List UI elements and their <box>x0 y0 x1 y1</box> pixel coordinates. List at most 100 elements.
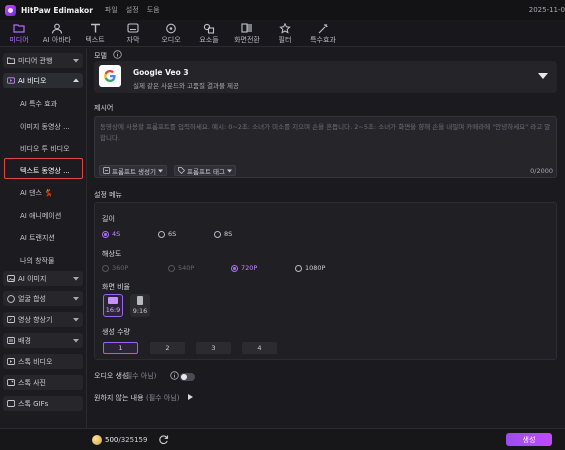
resolution-option-360p-label: 360P <box>112 264 129 272</box>
aspect-16-9[interactable]: 16:9 <box>103 294 123 317</box>
tab-filter[interactable]: 필터 <box>266 20 304 47</box>
model-selector[interactable]: Google Veo 3 실제 같은 사운드와 고품질 결과물 제공 <box>94 61 557 93</box>
coin-icon <box>92 435 102 445</box>
gif-icon <box>7 400 15 408</box>
length-option-6s[interactable]: 6S <box>158 230 176 238</box>
sidebar-item-video-enhancer[interactable]: 영상 향상기 <box>3 312 83 327</box>
generate-button[interactable]: 생성 <box>506 433 552 446</box>
text-icon <box>89 23 101 34</box>
prompt-tag-label: 프롬프트 태그 <box>187 167 225 176</box>
chevron-down-icon <box>73 57 79 65</box>
google-logo-icon <box>99 65 121 87</box>
chevron-down-icon <box>73 316 79 324</box>
expand-arrow-icon[interactable] <box>188 394 193 402</box>
prompt-generator-button[interactable]: 프롬프트 생성기 <box>99 165 167 176</box>
tab-media[interactable]: 미디어 <box>0 20 38 47</box>
sidebar-item-stock-photo-label: 스톡 사진 <box>18 378 46 387</box>
face-icon <box>7 294 15 303</box>
prompt-placeholder: 동영상에 사용할 프롬프트를 입력하세요. 예시: 0~2초: 소녀가 미소를 … <box>100 123 551 142</box>
sidebar-item-stock-gifs[interactable]: 스톡 GIFs <box>3 396 83 411</box>
credit-value: 500 <box>105 436 119 444</box>
tab-transition[interactable]: 화면전환 <box>228 20 266 47</box>
length-option-4s-label: 4S <box>112 230 121 238</box>
selected-item-highlight <box>4 158 83 179</box>
count-option-1[interactable]: 1 <box>103 342 138 354</box>
tab-audio-label: 오디오 <box>161 35 181 44</box>
sidebar-item-ai-image-label: AI 이미지 <box>18 274 47 283</box>
sidebar-item-stock-photo[interactable]: 스톡 사진 <box>3 375 83 390</box>
sidebar-sub-ai-animation[interactable]: AI 애니메이션 <box>20 211 61 221</box>
tab-elements-label: 요소들 <box>199 35 219 44</box>
aspect-9-16[interactable]: 9:16 <box>130 294 150 317</box>
settings-panel <box>94 202 557 360</box>
settings-label: 설정 메뉴 <box>94 191 122 199</box>
tag-icon <box>178 167 185 174</box>
resolution-option-720p[interactable]: 720P <box>231 264 257 272</box>
menu-settings[interactable]: 설정 <box>126 5 139 15</box>
credit-balance: 500 /325159 <box>92 434 147 446</box>
menu-help[interactable]: 도움 <box>147 5 160 15</box>
chevron-down-icon <box>73 337 79 345</box>
model-name: Google Veo 3 <box>133 68 189 77</box>
resolution-option-540p[interactable]: 540P <box>168 264 194 272</box>
tab-transition-label: 화면전환 <box>234 35 260 44</box>
clock: 2025-11-0 <box>528 6 565 14</box>
tab-elements[interactable]: 요소들 <box>190 20 228 47</box>
sidebar-item-video-enhancer-label: 영상 향상기 <box>18 315 53 324</box>
count-option-2[interactable]: 2 <box>150 342 185 354</box>
info-icon[interactable] <box>170 371 179 382</box>
stock-photo-icon <box>7 379 15 387</box>
sidebar-item-media-import[interactable]: 미디어 관행 <box>3 53 83 68</box>
chevron-down-icon <box>73 295 79 303</box>
sidebar-sub-image-to-video[interactable]: 이미지 동영상 ... <box>20 122 70 132</box>
prompt-label: 제시어 <box>94 104 114 112</box>
prompt-tag-button[interactable]: 프롬프트 태그 <box>174 165 236 176</box>
model-description: 실제 같은 사운드와 고품질 결과물 제공 <box>133 82 240 90</box>
menu-file[interactable]: 파일 <box>105 5 118 15</box>
audio-gen-toggle[interactable] <box>180 373 195 381</box>
credit-total: /325159 <box>118 436 148 444</box>
tab-text[interactable]: 텍스트 <box>76 20 114 47</box>
length-option-8s-label: 8S <box>224 230 233 238</box>
model-label: 모델 <box>94 52 107 60</box>
tab-media-label: 미디어 <box>9 35 29 44</box>
tab-effects[interactable]: 특수효과 <box>304 20 342 47</box>
resolution-option-360p[interactable]: 360P <box>102 264 128 272</box>
length-label: 길이 <box>102 215 115 223</box>
prompt-textarea[interactable]: 동영상에 사용할 프롬프트를 입력하세요. 예시: 0~2초: 소녀가 미소를 … <box>94 116 557 178</box>
sidebar-item-face-swap-label: 얼굴 합성 <box>18 294 46 303</box>
count-option-3[interactable]: 3 <box>196 342 231 354</box>
resolution-option-1080p[interactable]: 1080P <box>295 264 325 272</box>
folder-icon <box>13 23 25 34</box>
aspect-9-16-label: 9:16 <box>132 307 148 315</box>
tab-audio[interactable]: 오디오 <box>152 20 190 47</box>
length-option-8s[interactable]: 8S <box>214 230 232 238</box>
sidebar-item-media-import-label: 미디어 관행 <box>18 56 53 65</box>
stock-video-icon <box>7 358 15 366</box>
count-option-4[interactable]: 4 <box>242 342 277 354</box>
tab-subtitle[interactable]: 자막 <box>114 20 152 47</box>
sidebar-item-ai-video[interactable]: AI 비디오 <box>3 73 83 88</box>
tab-ai-avatar[interactable]: AI 아바타 <box>38 20 76 47</box>
sidebar-sub-ai-effects[interactable]: AI 특수 효과 <box>20 99 57 109</box>
info-icon[interactable] <box>113 50 122 61</box>
sidebar: 미디어 관행 AI 비디오 AI 특수 효과 이미지 동영상 ... 비디오 투… <box>0 48 87 428</box>
refresh-icon[interactable] <box>158 434 169 447</box>
length-option-6s-label: 6S <box>168 230 177 238</box>
sidebar-item-ai-image[interactable]: AI 이미지 <box>3 271 83 286</box>
tab-text-label: 텍스트 <box>85 35 105 44</box>
enhance-icon <box>7 316 15 324</box>
sidebar-item-background[interactable]: 배경 <box>3 333 83 348</box>
sidebar-sub-video-to-video[interactable]: 비디오 투 비디오 <box>20 144 70 154</box>
prompt-generator-label: 프롬프트 생성기 <box>112 167 156 176</box>
app-logo <box>5 4 16 16</box>
filter-icon <box>279 22 291 34</box>
sidebar-item-face-swap[interactable]: 얼굴 합성 <box>3 291 83 306</box>
sidebar-sub-my-creations[interactable]: 나의 창작물 <box>20 256 54 266</box>
image-icon <box>7 275 15 283</box>
sidebar-sub-ai-transition[interactable]: AI 트랜지션 <box>20 233 55 243</box>
sidebar-sub-ai-dance[interactable]: AI 댄스 💃 <box>20 188 53 198</box>
landscape-icon <box>108 297 118 304</box>
sidebar-item-stock-video[interactable]: 스톡 비디오 <box>3 354 83 369</box>
length-option-4s[interactable]: 4S <box>102 230 120 238</box>
